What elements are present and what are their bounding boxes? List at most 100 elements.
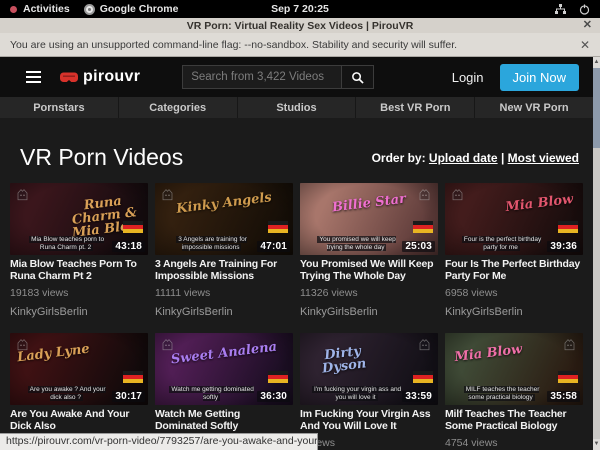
video-views: 4754 views: [445, 437, 583, 449]
thumbnail-overlay-title: Mia Blow: [500, 192, 580, 215]
network-tree-icon[interactable]: [554, 4, 567, 15]
search-icon: [351, 71, 364, 84]
thumbnail-caption-text: Watch me getting dominated softly: [166, 386, 257, 402]
thumbnail-overlay-title: Billie Star: [300, 189, 438, 219]
hamburger-menu-icon[interactable]: [26, 71, 41, 83]
thumbnail-caption-text: Are you awake ? And your dick also ?: [21, 386, 112, 402]
video-title-link[interactable]: Four Is The Perfect Birthday Party For M…: [445, 258, 583, 282]
status-url-tooltip: https://pirouvr.com/vr-porn-video/779325…: [0, 433, 318, 450]
site-logo[interactable]: pirouvr: [59, 68, 140, 86]
site-logo-text: pirouvr: [83, 68, 140, 86]
window-close-icon[interactable]: ✕: [583, 18, 592, 33]
nav-item-pornstars[interactable]: Pornstars: [0, 97, 118, 118]
german-flag-icon: [268, 371, 288, 383]
page-content: VR Porn Videos Order by: Upload date | M…: [0, 118, 593, 450]
video-thumbnail[interactable]: Sweet Analena Watch me getting dominated…: [155, 333, 293, 405]
order-by: Order by: Upload date | Most viewed: [372, 151, 579, 165]
warning-text: You are using an unsupported command-lin…: [10, 39, 457, 51]
video-thumbnail[interactable]: Lady Lyne Are you awake ? And your dick …: [10, 333, 148, 405]
thumbnail-caption-text: Four is the perfect birthday party for m…: [456, 236, 547, 252]
video-card[interactable]: Dirty Dyson I'm fucking your virgin ass …: [300, 333, 438, 450]
video-views: 11111 views: [155, 287, 293, 299]
video-duration-badge: 36:30: [257, 391, 290, 402]
video-thumbnail[interactable]: Mia Blow Four is the perfect birthday pa…: [445, 183, 583, 255]
video-duration-badge: 35:58: [547, 391, 580, 402]
video-title-link[interactable]: 3 Angels Are Training For Impossible Mis…: [155, 258, 293, 282]
thumbnail-caption-text: You promised we will keep trying the who…: [311, 236, 402, 252]
video-thumbnail[interactable]: Dirty Dyson I'm fucking your virgin ass …: [300, 333, 438, 405]
login-link[interactable]: Login: [452, 70, 484, 85]
focused-app-name[interactable]: Google Chrome: [100, 3, 179, 15]
video-views: 11326 views: [300, 287, 438, 299]
thumbnail-overlay-title: Runa Charm & Mia Blow: [63, 192, 146, 240]
studio-link[interactable]: KinkyGirlsBerlin: [300, 306, 438, 320]
video-card[interactable]: Billie Star You promised we will keep tr…: [300, 183, 438, 320]
video-thumbnail[interactable]: Billie Star You promised we will keep tr…: [300, 183, 438, 255]
video-duration-badge: 30:17: [112, 391, 145, 402]
system-top-bar: Activities Google Chrome Sep 7 20:25: [0, 0, 600, 18]
order-by-label: Order by:: [372, 151, 426, 165]
window-title: VR Porn: Virtual Reality Sex Videos | Pi…: [187, 20, 414, 32]
activities-button[interactable]: Activities: [23, 3, 70, 15]
video-duration-badge: 39:36: [547, 241, 580, 252]
browser-window: Activities Google Chrome Sep 7 20:25 VR …: [0, 0, 600, 450]
cat-mask-logo-icon: [160, 337, 175, 352]
join-now-button[interactable]: Join Now: [500, 64, 579, 91]
nav-item-studios[interactable]: Studios: [237, 97, 356, 118]
thumbnail-overlay-title: Mia Blow: [449, 342, 529, 365]
video-thumbnail[interactable]: Kinky Angels 3 Angels are training for i…: [155, 183, 293, 255]
studio-link[interactable]: KinkyGirlsBerlin: [10, 306, 148, 320]
scrollbar-thumb[interactable]: [593, 68, 600, 148]
cat-mask-logo-icon: [450, 187, 465, 202]
power-icon[interactable]: [579, 4, 590, 15]
video-title-link[interactable]: Im Fucking Your Virgin Ass And You Will …: [300, 408, 438, 432]
video-title-link[interactable]: Milf Teaches The Teacher Some Practical …: [445, 408, 583, 432]
video-title-link[interactable]: Watch Me Getting Dominated Softly: [155, 408, 293, 432]
german-flag-icon: [123, 371, 143, 383]
video-views: 5 views: [300, 437, 438, 449]
video-card[interactable]: Mia Blow MILF teaches the teacher some p…: [445, 333, 583, 450]
german-flag-icon: [123, 221, 143, 233]
search-button[interactable]: [342, 65, 374, 89]
german-flag-icon: [413, 221, 433, 233]
video-duration-badge: 47:01: [257, 241, 290, 252]
scrollbar-down-icon[interactable]: ▼: [593, 439, 600, 450]
nav-item-best-vr-porn[interactable]: Best VR Porn: [355, 97, 474, 118]
order-upload-date-link[interactable]: Upload date: [429, 151, 498, 165]
german-flag-icon: [558, 371, 578, 383]
german-flag-icon: [268, 221, 288, 233]
video-thumbnail[interactable]: Mia Blow MILF teaches the teacher some p…: [445, 333, 583, 405]
video-card[interactable]: Kinky Angels 3 Angels are training for i…: [155, 183, 293, 320]
thumbnail-caption-text: Mia Blow teaches porn to Runa Charm pt. …: [21, 236, 112, 252]
video-title-link[interactable]: Mia Blow Teaches Porn To Runa Charm Pt 2: [10, 258, 148, 282]
video-title-link[interactable]: You Promised We Will Keep Trying The Who…: [300, 258, 438, 282]
cat-mask-logo-icon: [562, 337, 577, 352]
cat-mask-logo-icon: [417, 337, 432, 352]
order-most-viewed-link[interactable]: Most viewed: [508, 151, 579, 165]
video-grid: Runa Charm & Mia Blow Mia Blow teaches p…: [0, 180, 593, 450]
chrome-icon: [84, 4, 95, 15]
video-card[interactable]: Runa Charm & Mia Blow Mia Blow teaches p…: [10, 183, 148, 320]
nav-item-categories[interactable]: Categories: [118, 97, 237, 118]
notification-dot-icon: [10, 6, 17, 13]
video-thumbnail[interactable]: Runa Charm & Mia Blow Mia Blow teaches p…: [10, 183, 148, 255]
video-views: 6958 views: [445, 287, 583, 299]
studio-link[interactable]: KinkyGirlsBerlin: [445, 306, 583, 320]
order-separator: |: [501, 151, 504, 165]
warning-close-icon[interactable]: ✕: [580, 38, 590, 52]
thumbnail-caption-text: 3 Angels are training for impossible mis…: [166, 236, 257, 252]
nav-item-new-vr-porn[interactable]: New VR Porn: [474, 97, 593, 118]
search-input[interactable]: [182, 65, 342, 89]
cat-mask-logo-icon: [160, 187, 175, 202]
thumbnail-caption-text: MILF teaches the teacher some practical …: [456, 386, 547, 402]
video-card[interactable]: Mia Blow Four is the perfect birthday pa…: [445, 183, 583, 320]
video-views: 19183 views: [10, 287, 148, 299]
thumbnail-overlay-title: Dirty Dyson: [303, 342, 384, 377]
thumbnail-overlay-title: Sweet Analena: [155, 339, 293, 369]
scrollbar-up-icon[interactable]: ▲: [593, 57, 600, 68]
video-title-link[interactable]: Are You Awake And Your Dick Also: [10, 408, 148, 432]
studio-link[interactable]: KinkyGirlsBerlin: [155, 306, 293, 320]
main-nav: Pornstars Categories Studios Best VR Por…: [0, 97, 593, 118]
vertical-scrollbar[interactable]: ▲ ▼: [593, 57, 600, 450]
page-title: VR Porn Videos: [20, 144, 183, 171]
